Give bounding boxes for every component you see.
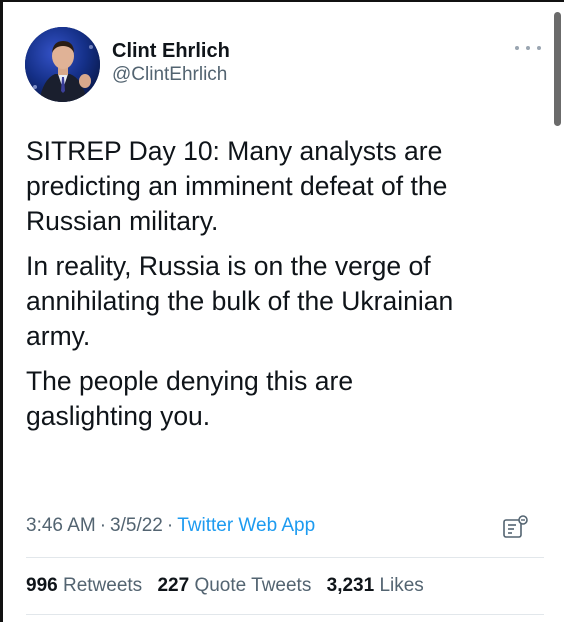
author-display-name[interactable]: Clint Ehrlich [112, 39, 230, 63]
analytics-button[interactable] [501, 512, 531, 542]
engagement-stats: 996 Retweets 227 Quote Tweets 3,231 Like… [26, 573, 434, 599]
more-horizontal-icon [515, 46, 519, 50]
likes-stat[interactable]: 3,231 Likes [327, 575, 424, 596]
meta-separator: · [99, 515, 107, 536]
scrollbar-thumb[interactable] [554, 12, 561, 126]
author-handle[interactable]: @ClintEhrlich [112, 63, 230, 87]
likes-count: 3,231 [326, 575, 375, 596]
tweet-text: SITREP Day 10: Many analysts are predict… [26, 134, 541, 444]
tweet-paragraph: In reality, Russia is on the verge of an… [26, 251, 454, 351]
tweet-meta: 3:46 AM · 3/5/22 · Twitter Web App [26, 513, 315, 539]
retweets-count: 996 [26, 575, 58, 596]
analytics-icon [503, 515, 528, 538]
more-options-button[interactable] [515, 41, 541, 55]
retweets-stat[interactable]: 996 Retweets [26, 575, 142, 596]
tweet-time[interactable]: 3:46 AM [26, 515, 96, 536]
avatar[interactable] [25, 27, 100, 102]
quote-tweets-count: 227 [157, 575, 190, 596]
author-block[interactable]: Clint Ehrlich @ClintEhrlich [112, 39, 230, 87]
retweets-label: Retweets [62, 575, 143, 596]
quote-tweets-stat[interactable]: 227 Quote Tweets [157, 575, 311, 596]
tweet-paragraph: The people denying this are gaslighting … [26, 366, 354, 431]
tweet-date[interactable]: 3/5/22 [110, 515, 163, 536]
tweet-source-link[interactable]: Twitter Web App [177, 515, 315, 536]
divider [26, 614, 544, 615]
more-horizontal-icon [526, 46, 530, 50]
meta-separator: · [166, 515, 174, 536]
likes-label: Likes [379, 575, 424, 596]
avatar-photo [25, 27, 100, 102]
tweet-header: Clint Ehrlich @ClintEhrlich [25, 27, 545, 103]
more-horizontal-icon [537, 46, 541, 50]
quote-tweets-label: Quote Tweets [194, 575, 312, 596]
divider [26, 557, 544, 558]
tweet-paragraph: SITREP Day 10: Many analysts are predict… [26, 136, 448, 236]
tweet-card: Clint Ehrlich @ClintEhrlich SITREP Day 1… [0, 0, 564, 622]
